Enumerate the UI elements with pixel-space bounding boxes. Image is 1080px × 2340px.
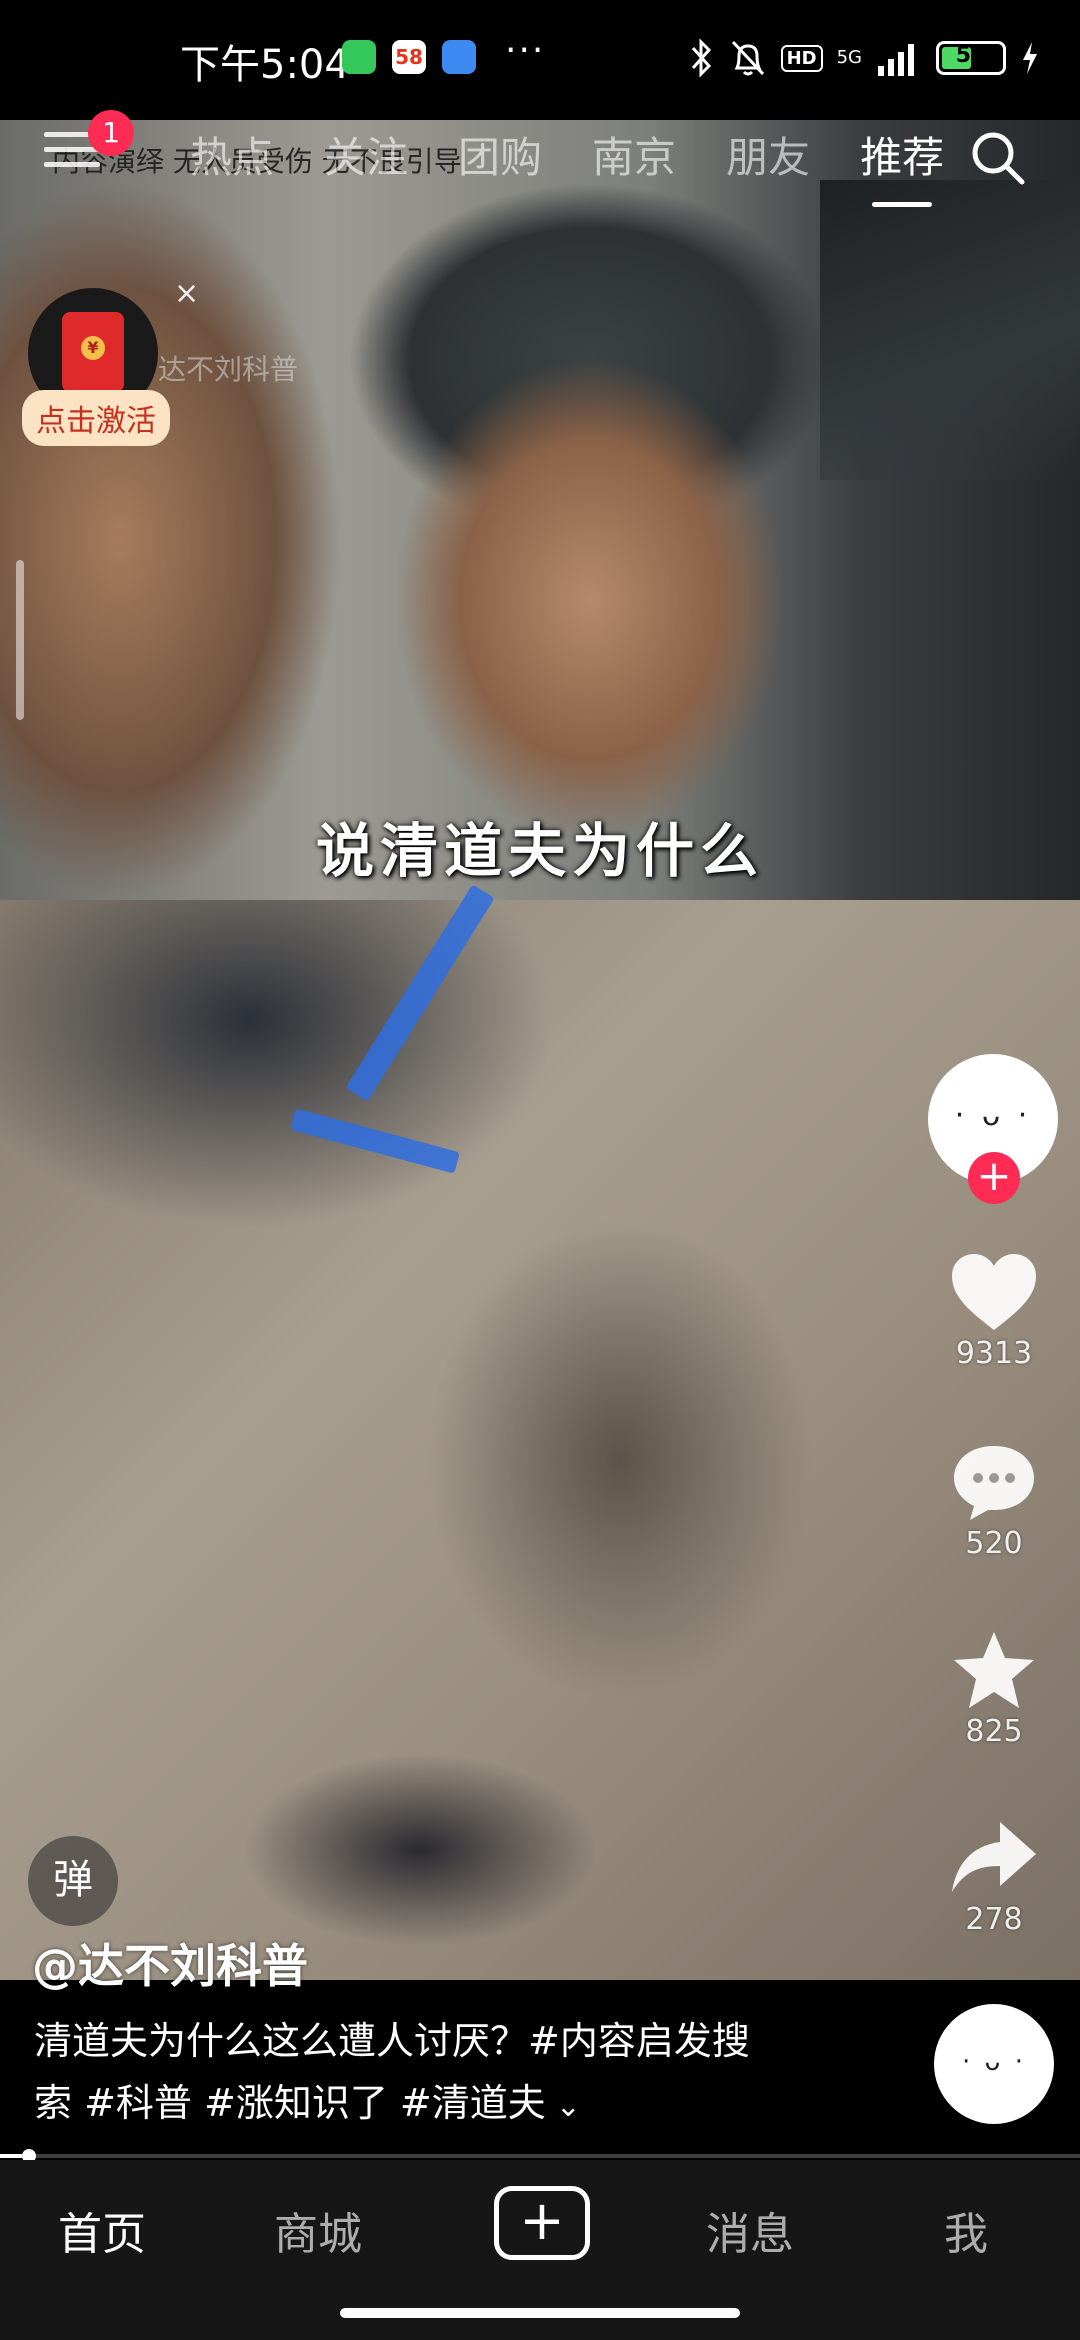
music-disc-avatar[interactable]: · ᴗ · [934,2004,1054,2124]
caption-line-2: 索 #科普 #涨知识了 #清道夫 [34,2081,546,2125]
share-count: 278 [965,1902,1023,1937]
tab-friends[interactable]: 朋友 [726,124,810,185]
follow-button[interactable]: + [968,1152,1020,1204]
top-nav: 1 热点 关注 团购 南京 朋友 推荐 [0,110,1080,210]
favorite-count: 825 [965,1714,1023,1749]
feed-tabs: 热点 关注 团购 南京 朋友 推荐 [190,124,944,207]
chevron-down-icon[interactable]: ⌄ [556,2089,581,2124]
home-indicator[interactable] [340,2308,740,2318]
battery-level: 54 [955,43,987,68]
activate-button[interactable]: 点击激活 [22,390,170,446]
app-58-icon: 58 [392,40,426,74]
comment-button[interactable]: 520 [936,1440,1052,1561]
video-progress-bar[interactable] [0,2154,1080,2158]
nav-mall[interactable]: 商城 [274,2198,362,2262]
post-caption[interactable]: 清道夫为什么这么遭人讨厌？#内容启发搜 索 #科普 #涨知识了 #清道夫 ⌄ [34,2010,834,2138]
notification-badge: 1 [88,110,134,156]
video-frame-bottom [0,900,1080,1980]
cloud-app-icon [442,40,476,74]
heart-icon [952,1254,1036,1330]
star-icon [954,1632,1034,1708]
mute-bell-icon [731,40,764,76]
status-right: HD 5G 54 [689,36,1040,80]
video-roof-shape [820,180,1080,480]
video-subtitle: 说清道夫为什么 [315,817,764,885]
coin-icon: ¥ [81,336,105,360]
caption-line-2-wrap: 索 #科普 #涨知识了 #清道夫 ⌄ [34,2072,834,2138]
like-button[interactable]: 9313 [936,1250,1052,1371]
scroll-indicator [16,560,24,720]
red-packet-widget[interactable]: ¥ × 达不刘科普 点击激活 [22,276,298,458]
hd-icon: HD [780,44,823,72]
tab-following[interactable]: 关注 [324,124,408,185]
share-button[interactable]: 278 [936,1816,1052,1937]
nav-me[interactable]: 我 [944,2198,988,2262]
favorite-button[interactable]: 825 [936,1628,1052,1749]
battery-icon: 54 [936,41,1006,75]
comment-count: 520 [965,1526,1023,1561]
status-bar: 下午5:04 58 ··· HD 5G 54 [0,0,1080,120]
close-icon[interactable]: × [174,276,199,311]
video-progress-fill [0,2154,22,2158]
author-name[interactable]: @达不刘科普 [32,1930,308,1996]
tab-recommended[interactable]: 推荐 [860,124,944,207]
tab-hot[interactable]: 热点 [190,124,274,185]
danmaku-toggle-button[interactable]: 弹 [28,1836,118,1926]
bluetooth-icon [691,38,711,78]
like-count: 9313 [955,1336,1033,1371]
nav-home[interactable]: 首页 [58,2198,146,2262]
share-icon [952,1822,1036,1892]
network-5g-icon: 5G [836,47,862,68]
more-notifications-icon: ··· [505,30,546,71]
create-button[interactable]: + [494,2186,590,2260]
tab-local[interactable]: 南京 [592,124,676,185]
search-icon[interactable] [968,128,1028,188]
author-watermark: 达不刘科普 [158,353,299,386]
wechat-app-icon [342,40,376,74]
status-time: 下午5:04 [180,42,350,88]
caption-line-1: 清道夫为什么这么遭人讨厌？#内容启发搜 [34,2019,750,2063]
comment-icon [954,1446,1034,1520]
signal-icon [878,44,914,76]
red-packet-icon: ¥ [62,312,124,392]
tab-group-buy[interactable]: 团购 [458,124,542,185]
charging-icon [1023,42,1037,74]
nav-messages[interactable]: 消息 [706,2198,794,2262]
